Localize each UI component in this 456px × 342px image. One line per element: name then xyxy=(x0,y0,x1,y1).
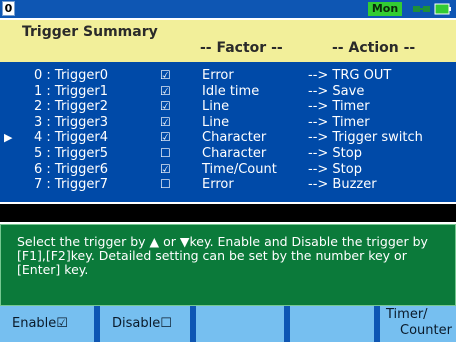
enable-checkbox[interactable]: ☑ xyxy=(160,68,171,84)
trigger-row-1[interactable]: 1 : Trigger1 ☑ Idle time --> Save xyxy=(0,84,456,100)
trigger-list: 0 : Trigger0 ☑ Error --> TRG OUT 1 : Tri… xyxy=(0,68,456,193)
f5-timer-counter-button[interactable]: Timer/ Counter xyxy=(380,306,456,342)
action-column-header: -- Action -- xyxy=(332,40,416,56)
battery-icon xyxy=(434,3,451,15)
enable-checkbox[interactable]: ☑ xyxy=(160,84,171,100)
status-bar: 0 Mon xyxy=(0,0,456,18)
trigger-name: 3 : Trigger3 xyxy=(34,114,109,130)
trigger-factor: Idle time xyxy=(202,83,260,99)
trigger-factor: Character xyxy=(202,145,267,161)
f1-label: Enable☑ xyxy=(12,316,68,331)
enable-checkbox[interactable]: ☐ xyxy=(160,146,171,162)
enable-checkbox[interactable]: ☑ xyxy=(160,162,171,178)
f4-button[interactable] xyxy=(290,306,374,342)
trigger-name: 2 : Trigger2 xyxy=(34,99,109,115)
trigger-row-3[interactable]: 3 : Trigger3 ☑ Line --> Timer xyxy=(0,115,456,131)
trigger-factor: Character xyxy=(202,130,267,146)
f5-label-line1: Timer/ xyxy=(386,307,428,322)
f1-enable-button[interactable]: Enable☑ xyxy=(0,306,94,342)
help-message-panel: Select the trigger by ▲ or ▼key. Enable … xyxy=(0,224,456,306)
trigger-row-4[interactable]: ▶ 4 : Trigger4 ☑ Character --> Trigger s… xyxy=(0,130,456,146)
trigger-row-5[interactable]: 5 : Trigger5 ☐ Character --> Stop xyxy=(0,146,456,162)
trigger-name: 6 : Trigger6 xyxy=(34,161,109,177)
row-pointer-icon: ▶ xyxy=(4,131,13,145)
trigger-row-0[interactable]: 0 : Trigger0 ☑ Error --> TRG OUT xyxy=(0,68,456,84)
trigger-name: 4 : Trigger4 xyxy=(34,130,109,146)
trigger-factor: Time/Count xyxy=(202,161,277,177)
trigger-action: --> Stop xyxy=(308,161,362,177)
trigger-factor: Line xyxy=(202,99,230,115)
trigger-factor: Line xyxy=(202,114,230,130)
f3-button[interactable] xyxy=(196,306,284,342)
trigger-action: --> Save xyxy=(308,83,365,99)
trigger-action: --> Buzzer xyxy=(308,177,377,193)
trigger-factor: Error xyxy=(202,177,234,193)
enable-checkbox[interactable]: ☑ xyxy=(160,99,171,115)
f5-label-line2: Counter xyxy=(400,323,452,338)
trigger-summary-panel: Trigger Summary -- Factor -- -- Action -… xyxy=(0,20,456,202)
f2-label: Disable☐ xyxy=(112,316,172,331)
trigger-name: 7 : Trigger7 xyxy=(34,177,109,193)
enable-checkbox[interactable]: ☑ xyxy=(160,115,171,131)
mode-badge: Mon xyxy=(368,2,402,16)
summary-header: Trigger Summary -- Factor -- -- Action -… xyxy=(0,20,456,62)
trigger-name: 0 : Trigger0 xyxy=(34,68,109,83)
trigger-action: --> Trigger switch xyxy=(308,130,423,146)
enable-checkbox[interactable]: ☑ xyxy=(160,130,171,146)
trigger-name: 1 : Trigger1 xyxy=(34,83,109,99)
trigger-name: 5 : Trigger5 xyxy=(34,145,109,161)
function-key-bar: Enable☑ Disable☐ Timer/ Counter xyxy=(0,306,456,342)
trigger-row-7[interactable]: 7 : Trigger7 ☐ Error --> Buzzer xyxy=(0,177,456,193)
trigger-row-2[interactable]: 2 : Trigger2 ☑ Line --> Timer xyxy=(0,99,456,115)
trigger-action: --> TRG OUT xyxy=(308,68,392,83)
connection-icon xyxy=(413,6,430,12)
page-title: Trigger Summary xyxy=(22,24,158,40)
enable-checkbox[interactable]: ☐ xyxy=(160,177,171,193)
f2-disable-button[interactable]: Disable☐ xyxy=(100,306,190,342)
trigger-row-6[interactable]: 6 : Trigger6 ☑ Time/Count --> Stop xyxy=(0,162,456,178)
trigger-action: --> Stop xyxy=(308,145,362,161)
trigger-action: --> Timer xyxy=(308,114,370,130)
factor-column-header: -- Factor -- xyxy=(200,40,283,56)
trigger-action: --> Timer xyxy=(308,99,370,115)
trigger-factor: Error xyxy=(202,68,234,83)
help-message-text: Select the trigger by ▲ or ▼key. Enable … xyxy=(17,234,428,277)
separator-band xyxy=(0,204,456,222)
channel-indicator: 0 xyxy=(2,1,15,16)
